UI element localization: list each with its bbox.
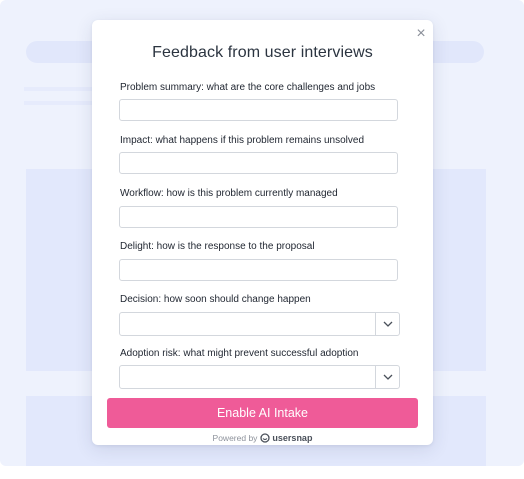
adoption-risk-label: Adoption risk: what might prevent succes… — [120, 348, 359, 359]
adoption-risk-select[interactable] — [119, 365, 400, 389]
powered-by-footer[interactable]: Powered by usersnap — [92, 433, 433, 445]
chevron-down-icon[interactable] — [375, 366, 399, 388]
enable-ai-intake-button[interactable]: Enable AI Intake — [107, 398, 418, 428]
usersnap-logo-icon — [260, 433, 271, 445]
problem-summary-label: Problem summary: what are the core chall… — [120, 82, 376, 93]
close-icon[interactable]: × — [413, 26, 429, 42]
workflow-input[interactable] — [119, 206, 398, 228]
decision-select[interactable] — [119, 312, 400, 336]
modal-title: Feedback from user interviews — [152, 44, 373, 61]
delight-input[interactable] — [119, 259, 398, 281]
impact-input[interactable] — [119, 152, 398, 174]
chevron-down-icon[interactable] — [375, 313, 399, 335]
delight-label: Delight: how is the response to the prop… — [120, 241, 315, 252]
feedback-modal: × Feedback from user interviews Problem … — [92, 20, 433, 445]
brand-name: usersnap — [272, 433, 313, 443]
workflow-label: Workflow: how is this problem currently … — [120, 188, 338, 199]
problem-summary-input[interactable] — [119, 99, 398, 121]
decision-label: Decision: how soon should change happen — [120, 294, 311, 305]
powered-by-text: Powered by — [212, 433, 258, 443]
impact-label: Impact: what happens if this problem rem… — [120, 135, 365, 146]
